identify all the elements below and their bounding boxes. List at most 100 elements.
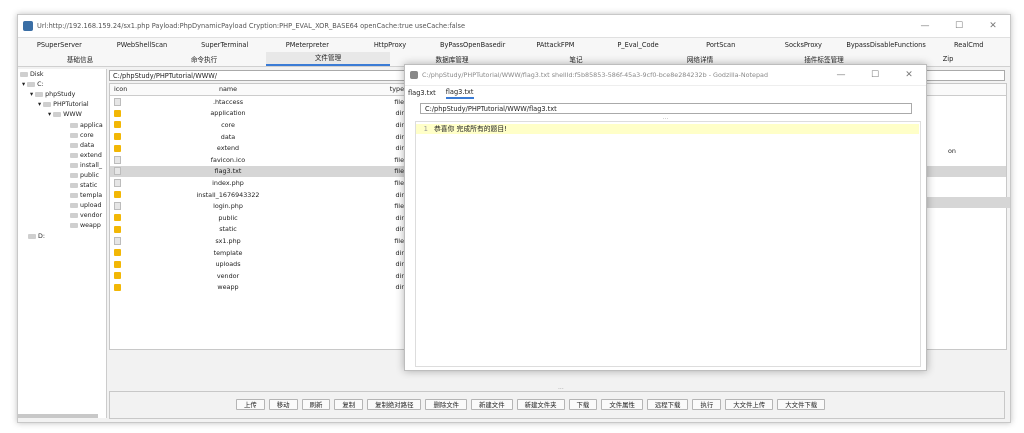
row-name: sx1.php (215, 236, 241, 245)
notepad-minimize-button[interactable]: — (824, 70, 858, 80)
tab-portscan[interactable]: PortScan (679, 41, 762, 49)
action-button-5[interactable]: 删除文件 (425, 399, 468, 410)
action-button-2[interactable]: 刷新 (301, 399, 331, 410)
tab-plugin-manager[interactable]: 插件标签管理 (762, 54, 886, 64)
close-button[interactable]: ✕ (976, 21, 1010, 31)
tree-item-template[interactable]: templa (70, 192, 102, 199)
tab-bypassopenbasedir[interactable]: ByPassOpenBasedir (431, 41, 514, 49)
tree-item-vendor[interactable]: vendor (70, 212, 102, 219)
folder-icon (114, 109, 121, 117)
row-name: static (219, 225, 237, 234)
folder-icon (114, 144, 121, 152)
action-button-4[interactable]: 复制绝对路径 (367, 399, 422, 410)
tab-pmeterpreter[interactable]: PMeterpreter (266, 41, 349, 49)
tree-item-extend[interactable]: extend (70, 152, 102, 159)
row-type: file (394, 155, 404, 164)
action-button-1[interactable]: 移动 (268, 399, 298, 410)
folder-icon (114, 260, 121, 268)
action-button-9[interactable]: 文件属性 (601, 399, 643, 410)
row-type: file (394, 178, 404, 187)
file-icon (114, 202, 121, 211)
tree-item-install[interactable]: install_ (70, 162, 102, 169)
window-title: Url:http://192.168.159.24/sx1.php Payloa… (37, 22, 466, 30)
tree-item-disk[interactable]: Disk (20, 71, 44, 78)
row-type: dir (395, 132, 404, 141)
action-button-11[interactable]: 执行 (692, 399, 722, 410)
folder-icon (28, 233, 36, 239)
tab-pwebshellscan[interactable]: PWebShellScan (101, 41, 184, 49)
row-type: dir (395, 271, 404, 280)
tree-item-application[interactable]: applica (70, 122, 103, 129)
tree-item-c[interactable]: ▾ C: (22, 81, 44, 88)
row-type: file (394, 167, 404, 176)
tab-pattackfpm[interactable]: PAttackFPM (514, 41, 597, 49)
header-name[interactable]: name (143, 84, 313, 95)
tree-item-data[interactable]: data (70, 142, 94, 149)
folder-icon (20, 71, 28, 77)
row-icon-cell (110, 167, 143, 176)
row-name: template (213, 248, 243, 257)
row-icon-cell (110, 155, 143, 164)
tree-horizontal-scrollbar[interactable] (18, 414, 98, 418)
maximize-button[interactable]: ☐ (942, 21, 976, 31)
tree-item-uploads[interactable]: upload (70, 202, 101, 209)
file-icon (114, 178, 121, 187)
tab-database[interactable]: 数据库管理 (390, 54, 514, 64)
tab-bypassdisablefunctions[interactable]: BypassDisableFunctions (845, 41, 928, 49)
title-bar: Url:http://192.168.159.24/sx1.php Payloa… (18, 15, 1010, 38)
tab-zip[interactable]: Zip (886, 55, 1010, 63)
tree-item-phptutorial[interactable]: ▾ PHPTutorial (38, 101, 89, 108)
row-name: data (220, 132, 236, 141)
action-button-8[interactable]: 下载 (568, 399, 598, 410)
tree-item-www[interactable]: ▾ WWW (48, 111, 82, 118)
row-name: favicon.ico (210, 155, 246, 164)
folder-icon (43, 101, 52, 107)
tab-p-eval-code[interactable]: P_Eval_Code (597, 41, 680, 49)
notepad-close-button[interactable]: ✕ (892, 70, 926, 80)
splitter-grip[interactable]: ... (558, 384, 564, 391)
action-button-10[interactable]: 远程下载 (646, 399, 689, 410)
notepad-splitter-grip[interactable]: ... (405, 114, 926, 121)
row-name: vendor (216, 271, 240, 280)
tree-item-static[interactable]: static (70, 182, 97, 189)
header-type[interactable]: type (313, 84, 410, 95)
action-button-0[interactable]: 上传 (236, 399, 265, 410)
tree-item-weapp[interactable]: weapp (70, 222, 101, 229)
tab-network[interactable]: 网络详情 (638, 54, 762, 64)
text-editor[interactable]: 1 恭喜你 完成所有的题目! (415, 121, 921, 367)
tab-realcmd[interactable]: RealCmd (927, 41, 1010, 49)
row-type: dir (395, 260, 404, 269)
notepad-maximize-button[interactable]: ☐ (858, 70, 892, 80)
row-name: install_1676943322 (196, 190, 260, 199)
tab-flag3-first[interactable]: flag3.txt (408, 89, 436, 98)
action-button-7[interactable]: 新建文件夹 (516, 399, 565, 410)
plugin-tabs: PSuperServer PWebShellScan SuperTerminal… (18, 38, 1010, 52)
file-icon (114, 97, 121, 106)
tab-file-manager[interactable]: 文件管理 (266, 52, 390, 66)
tree-item-d[interactable]: D: (28, 233, 45, 240)
row-type: dir (395, 213, 404, 222)
tab-basic-info[interactable]: 基础信息 (18, 54, 142, 64)
folder-icon (70, 192, 78, 198)
folder-icon (114, 121, 121, 129)
action-button-6[interactable]: 新建文件 (471, 399, 513, 410)
tree-item-core[interactable]: core (70, 132, 94, 139)
header-fragment: on (948, 147, 956, 155)
action-button-3[interactable]: 复制 (334, 399, 364, 410)
row-name: login.php (213, 202, 243, 211)
tab-command-exec[interactable]: 命令执行 (142, 54, 266, 64)
tree-item-public[interactable]: public (70, 172, 99, 179)
header-icon[interactable]: icon (110, 84, 143, 95)
tab-notes[interactable]: 笔记 (514, 54, 638, 64)
tree-item-phpstudy[interactable]: ▾ phpStudy (30, 91, 75, 98)
action-button-12[interactable]: 大文件上传 (725, 399, 774, 410)
action-button-13[interactable]: 大文件下载 (777, 399, 826, 410)
notepad-path-input[interactable]: C:/phpStudy/PHPTutorial/WWW/flag3.txt (420, 103, 912, 114)
tab-httpproxy[interactable]: HttpProxy (349, 41, 432, 49)
minimize-button[interactable]: — (908, 21, 942, 31)
tab-socksproxy[interactable]: SocksProxy (762, 41, 845, 49)
tab-flag3-active[interactable]: flag3.txt (445, 88, 474, 99)
tab-superterminal[interactable]: SuperTerminal (183, 41, 266, 49)
row-icon-cell (110, 214, 143, 222)
tab-psuperserver[interactable]: PSuperServer (18, 41, 101, 49)
